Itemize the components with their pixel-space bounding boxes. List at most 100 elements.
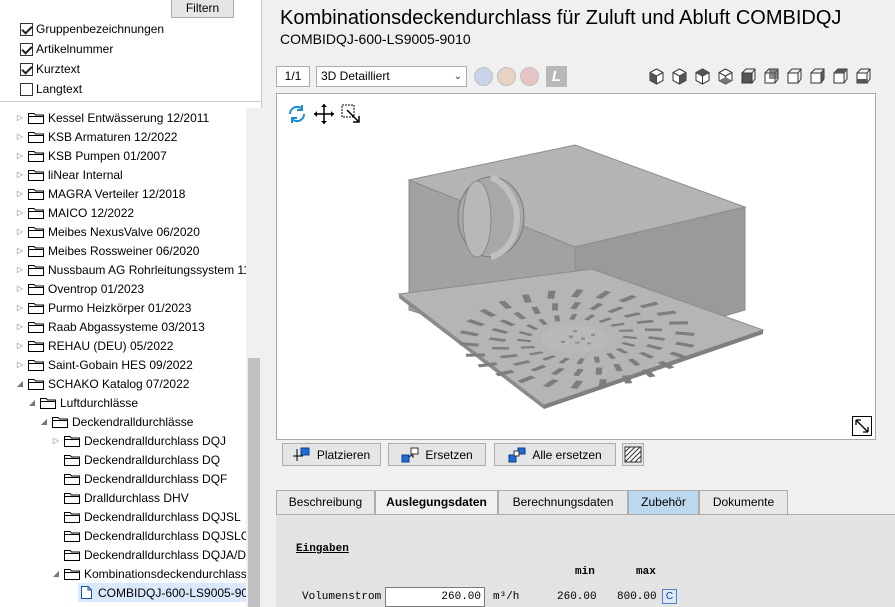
tab-auslegungsdaten[interactable]: Auslegungsdaten xyxy=(375,490,498,516)
expand-arrow-icon[interactable]: ▷ xyxy=(15,113,25,122)
iso-back-left-icon[interactable] xyxy=(694,68,711,85)
page-title: Kombinationsdeckendurchlass für Zuluft u… xyxy=(280,7,842,29)
collapse-icon[interactable]: ◢ xyxy=(15,379,25,388)
tree-folder-item[interactable]: ◢ Kombinationsdeckendurchlass xyxy=(0,564,246,583)
tree-folder-item[interactable]: Dralldurchlass DHV xyxy=(0,488,189,507)
color-blue-icon[interactable] xyxy=(474,67,493,86)
grille-slot xyxy=(547,290,556,299)
tree-file-item[interactable]: COMBIDQJ-600-LS9005-9010 xyxy=(78,583,246,602)
folder-icon xyxy=(28,150,44,162)
expand-arrow-icon[interactable]: ▷ xyxy=(15,284,25,293)
tree-folder-item[interactable]: ◢ SCHAKO Katalog 07/2022 xyxy=(0,374,190,393)
collapse-icon[interactable]: ◢ xyxy=(39,417,49,426)
color-red-icon[interactable] xyxy=(520,67,539,86)
iso-back-right-icon[interactable] xyxy=(717,68,734,85)
view-mode-select[interactable]: 3D Detailliert ⌄ xyxy=(316,66,467,87)
expand-arrow-icon[interactable]: ▷ xyxy=(15,227,25,236)
hatch-toggle-button[interactable] xyxy=(622,443,644,466)
l-button[interactable]: L xyxy=(546,66,567,87)
expand-arrow-icon[interactable]: ▷ xyxy=(51,436,61,445)
tree-folder-item[interactable]: ▷ MAICO 12/2022 xyxy=(0,203,134,222)
replace-icon xyxy=(401,447,419,462)
checkbox[interactable] xyxy=(20,82,33,96)
replace-button[interactable]: Ersetzen xyxy=(388,443,486,466)
tree-scrollbar[interactable] xyxy=(246,108,262,607)
tree-folder-item[interactable]: Deckendralldurchlass DQF xyxy=(0,469,227,488)
tree-item-label: Purmo Heizkörper 01/2023 xyxy=(48,300,192,315)
unit-label: m³/h xyxy=(493,591,520,603)
tree-folder-item[interactable]: ▷ Nussbaum AG Rohrleitungssystem 11/ xyxy=(0,260,246,279)
tree-folder-item[interactable]: ▷ Oventrop 01/2023 xyxy=(0,279,144,298)
expand-arrow-icon[interactable]: ▷ xyxy=(15,322,25,331)
tree-folder-item[interactable]: ▷ Meibes NexusValve 06/2020 xyxy=(0,222,200,241)
tree-folder-item[interactable]: Deckendralldurchlass DQJSL xyxy=(0,507,241,526)
tree-folder-item[interactable]: Deckendralldurchlass DQJSLC xyxy=(0,526,246,545)
expand-arrow-icon[interactable]: ▷ xyxy=(15,208,25,217)
cube-front-icon[interactable] xyxy=(740,68,757,85)
tree-folder-item[interactable]: ▷ REHAU (DEU) 05/2022 xyxy=(0,336,173,355)
checkbox[interactable] xyxy=(20,42,33,56)
folder-icon xyxy=(64,454,80,466)
checkbox-label: Gruppenbezeichnungen xyxy=(36,22,165,36)
tree-folder-item[interactable]: ▷ Saint-Gobain HES 09/2022 xyxy=(0,355,193,374)
tree-folder-item[interactable]: Deckendralldurchlass DQ xyxy=(0,450,220,469)
checkbox[interactable] xyxy=(20,22,33,36)
tree-item-label: Dralldurchlass DHV xyxy=(84,490,189,505)
checkbox-row-article-number[interactable]: Artikelnummer xyxy=(20,41,113,57)
tree-folder-item[interactable]: ▷ Purmo Heizkörper 01/2023 xyxy=(0,298,192,317)
tree-folder-item[interactable]: ▷ Raab Abgassysteme 03/2013 xyxy=(0,317,205,336)
color-beige-icon[interactable] xyxy=(497,67,516,86)
tab-dokumente[interactable]: Dokumente xyxy=(699,490,788,515)
tree-folder-item[interactable]: ▷ Kessel Entwässerung 12/2011 xyxy=(0,108,209,127)
tree-item-label: Luftdurchlässe xyxy=(60,395,139,410)
tree-item-label: KSB Armaturen 12/2022 xyxy=(48,129,178,144)
place-button[interactable]: Platzieren xyxy=(282,443,381,466)
expand-arrow-icon[interactable]: ▷ xyxy=(15,360,25,369)
tree-folder-item[interactable]: ◢ Luftdurchlässe xyxy=(0,393,138,412)
expand-arrow-icon[interactable]: ▷ xyxy=(15,189,25,198)
tree-folder-item[interactable]: ▷ MAGRA Verteiler 12/2018 xyxy=(0,184,186,203)
cube-back-icon[interactable] xyxy=(763,68,780,85)
expand-arrow-icon[interactable]: ▷ xyxy=(15,170,25,179)
collapse-icon[interactable]: ◢ xyxy=(51,569,61,578)
tree-folder-item[interactable]: ▷ KSB Pumpen 01/2007 xyxy=(0,146,167,165)
3d-viewer[interactable] xyxy=(276,93,876,440)
checkbox-row-group-names[interactable]: Gruppenbezeichnungen xyxy=(20,21,164,37)
cube-top-icon[interactable] xyxy=(832,68,849,85)
expand-arrow-icon[interactable]: ▷ xyxy=(15,341,25,350)
scrollbar-thumb[interactable] xyxy=(248,358,260,607)
volumenstrom-input[interactable]: 260.00 xyxy=(385,587,485,607)
expand-arrow-icon[interactable]: ▷ xyxy=(15,246,25,255)
cube-bottom-icon[interactable] xyxy=(855,68,872,85)
filter-button[interactable]: Filtern xyxy=(171,0,234,18)
checkbox-row-short-text[interactable]: Kurztext xyxy=(20,61,80,77)
expand-arrow-icon[interactable]: ▷ xyxy=(15,303,25,312)
tree-folder-item[interactable]: ▷ Deckendralldurchlass DQJ xyxy=(0,431,226,450)
expand-arrow-icon[interactable]: ▷ xyxy=(15,151,25,160)
chevron-down-icon: ⌄ xyxy=(453,71,462,82)
grille-slot xyxy=(644,328,663,332)
collapse-icon[interactable]: ◢ xyxy=(27,398,37,407)
expand-arrow-icon[interactable]: ▷ xyxy=(15,132,25,141)
expand-arrow-icon[interactable]: ▷ xyxy=(15,265,25,274)
iso-front-right-icon[interactable] xyxy=(671,68,688,85)
tab-berechnungsdaten[interactable]: Berechnungsdaten xyxy=(498,490,628,515)
expand-icon[interactable] xyxy=(852,416,872,436)
tree-folder-item[interactable]: ▷ liNear Internal xyxy=(0,165,123,184)
replace-all-button[interactable]: Alle ersetzen xyxy=(494,443,616,466)
tree-folder-item[interactable]: ▷ Meibes Rossweiner 06/2020 xyxy=(0,241,200,260)
cube-left-icon[interactable] xyxy=(786,68,803,85)
tree-item-label: Deckendralldurchlass DQJSL xyxy=(84,509,241,524)
cube-right-icon[interactable] xyxy=(809,68,826,85)
folder-icon xyxy=(64,511,80,523)
folder-icon xyxy=(64,492,80,504)
tree-folder-item[interactable]: ▷ KSB Armaturen 12/2022 xyxy=(0,127,178,146)
checkbox[interactable] xyxy=(20,62,33,76)
tab-beschreibung[interactable]: Beschreibung xyxy=(276,490,375,515)
checkbox-row-long-text[interactable]: Langtext xyxy=(20,81,82,97)
iso-front-left-icon[interactable] xyxy=(648,68,665,85)
tree-folder-item[interactable]: ◢ Deckendralldurchlässe xyxy=(0,412,193,431)
tree-folder-item[interactable]: Deckendralldurchlass DQJA/DQ xyxy=(0,545,246,564)
calculate-button[interactable]: C xyxy=(662,589,677,604)
tab-zubehoer[interactable]: Zubehör xyxy=(628,490,699,515)
